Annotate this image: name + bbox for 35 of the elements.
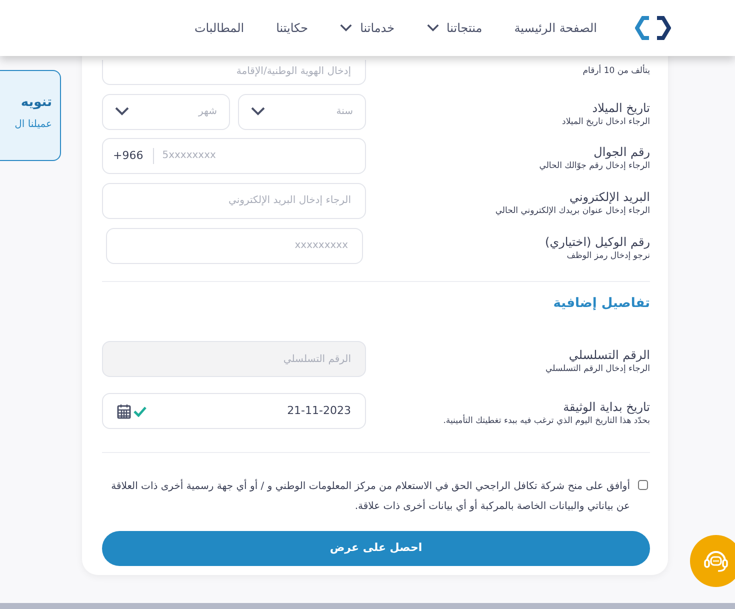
field-label: رقم الجوال [592, 144, 650, 160]
phone-placeholder: 5xxxxxxxx [161, 149, 216, 163]
field-label: رقم الوكيل (اختياري) [544, 234, 650, 250]
chevron-down-icon [251, 107, 265, 116]
consent-checkbox[interactable] [638, 480, 648, 490]
field-label: البريد الإلكتروني [568, 188, 650, 204]
field-label: الرقم التسلسلي [568, 347, 650, 363]
field-label: تاريخ بداية الوثيقة [562, 399, 650, 415]
field-hint: الرجاء إدخال رقم جوّالك الحالي [538, 160, 650, 172]
section-heading: تفاصيل إضافية [553, 294, 650, 312]
nav-link[interactable]: حكايتنا [276, 19, 308, 37]
consent-text: أوافق على منح شركة تكافل الراجحي الحق في الاستعلام من مركز المعلومات الوطني و / أو أي جهة رسمية أخرى ذات العلاقة عن بياناتي والبيانات الخاصة بالمركبة أو أي بيانات أخرى ذات علاقة. [110, 478, 630, 514]
nav-link[interactable]: منتجاتنا [426, 19, 482, 37]
country-code: +966 [113, 148, 154, 164]
get-quote-button[interactable]: احصل على عرض [102, 531, 650, 566]
field-hint: الرجاء إدخال عنوان بريدك الإلكتروني الحالي [494, 204, 650, 218]
date-field[interactable]: 21-11-2023 [102, 393, 366, 429]
notice-title: تنويه [20, 94, 52, 112]
input-field[interactable]: الرجاء إدخال البريد الإلكتروني [102, 182, 366, 218]
input-field[interactable]: xxxxxxxxx [106, 228, 363, 264]
calendar-icon[interactable] [117, 404, 131, 418]
input-field[interactable]: إدخال الهوية الوطنية/الإقامة [102, 60, 366, 84]
field-label: تاريخ الميلاد [591, 100, 650, 116]
logo-icon[interactable] [635, 16, 671, 40]
field-hint: الرجاء إدخال الرقم التسلسلي [544, 363, 650, 376]
chevron-down-icon [115, 107, 129, 116]
phone-field[interactable]: +966 5xxxxxxxx [102, 138, 366, 174]
field-hint: بحدّد هذا التاريخ اليوم الذي ترغب فيه ببدء تغطيتك التأمينية. [442, 415, 650, 428]
field-hint: نرجو إدخال رمز الوظف [566, 250, 650, 262]
field-hint: الرجاء ادخال تاريخ الميلاد [561, 116, 650, 128]
nav-link[interactable]: المطالبات [194, 19, 244, 37]
nav-link[interactable]: خدماتنا [340, 19, 394, 37]
nav-link[interactable]: الصفحة الرئيسية [514, 19, 597, 37]
notice-text: عميلنا ال [14, 118, 52, 132]
field-hint: يتألف من 10 أرقام [582, 65, 650, 78]
